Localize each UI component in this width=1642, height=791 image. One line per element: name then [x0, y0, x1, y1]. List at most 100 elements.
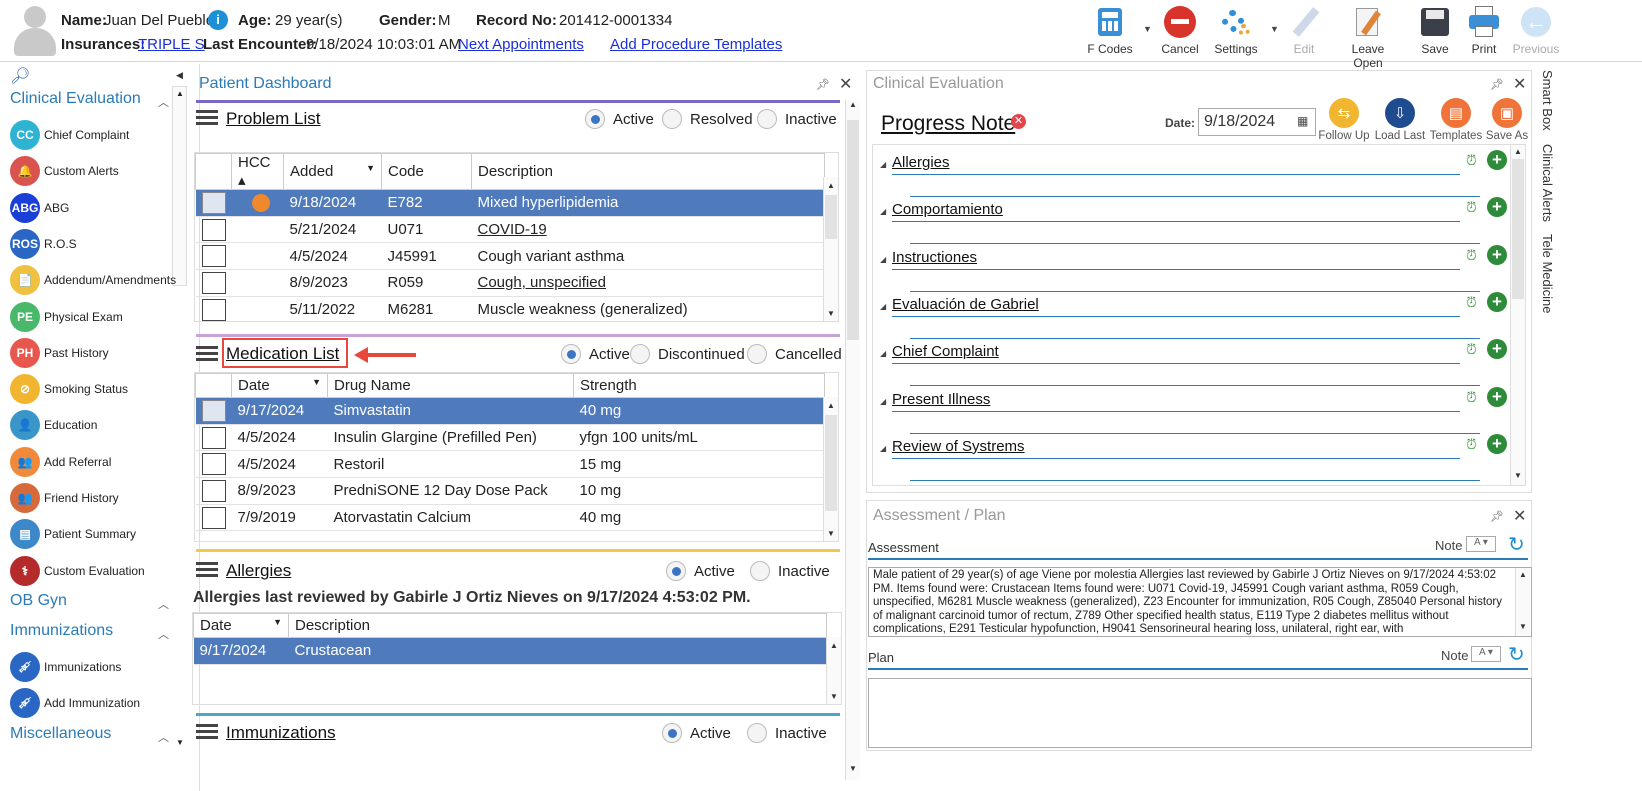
evaluation-section[interactable]: ◢ Comportamiento ⏰︎ +: [872, 197, 1510, 245]
row-checkbox[interactable]: [201, 426, 226, 449]
menu-icon[interactable]: [196, 110, 218, 126]
table-row[interactable]: 9/18/2024 E782 Mixed hyperlipidemia: [195, 189, 825, 217]
dashboard-scrollbar[interactable]: ▲ ▼: [845, 100, 860, 780]
table-row[interactable]: 9/17/2024 Simvastatin 40 mg: [195, 397, 825, 425]
nav-scrollbar[interactable]: ▲: [172, 86, 187, 286]
add-icon[interactable]: +: [1487, 339, 1507, 360]
menu-icon[interactable]: [196, 724, 218, 740]
expand-triangle-icon[interactable]: ◢: [880, 444, 886, 453]
col-date[interactable]: Date ▼: [231, 373, 328, 398]
add-icon[interactable]: +: [1487, 386, 1507, 407]
evaluation-section[interactable]: ◢ Present Illness ⏰︎ +: [872, 386, 1510, 434]
row-checkbox[interactable]: [201, 245, 226, 268]
section-title[interactable]: Instructiones: [892, 249, 977, 266]
add-icon[interactable]: +: [1487, 433, 1507, 454]
nav-item-immunizations[interactable]: 💉︎ Immunizations: [10, 650, 121, 684]
col-code[interactable]: Code: [381, 153, 472, 190]
radio-allergies-inactive[interactable]: Inactive: [750, 561, 830, 581]
settings-button[interactable]: Settings: [1204, 4, 1268, 56]
row-checkbox[interactable]: [201, 506, 226, 529]
expand-triangle-icon[interactable]: ◢: [880, 349, 886, 358]
section-title[interactable]: Present Illness: [892, 391, 990, 408]
table-row[interactable]: 5/21/2024 U071 COVID-19: [195, 216, 825, 244]
table-row[interactable]: 8/9/2023 R059 Cough, unspecified: [195, 269, 825, 297]
date-field[interactable]: 9/18/2024 ▦: [1198, 108, 1316, 136]
medication-scrollbar[interactable]: ▲ ▼: [823, 397, 838, 541]
follow-up-button[interactable]: ⇆ Follow Up: [1317, 98, 1371, 142]
menu-icon[interactable]: [196, 346, 218, 362]
alarm-clock-icon[interactable]: ⏰︎: [1466, 294, 1477, 311]
remove-icon[interactable]: ✕: [1011, 114, 1026, 129]
nav-item-abg[interactable]: ABG ABG: [10, 191, 69, 225]
evaluation-section[interactable]: ◢ Instructiones ⏰︎ +: [872, 244, 1510, 292]
row-checkbox[interactable]: [201, 298, 226, 321]
section-title[interactable]: Chief Complaint: [892, 343, 999, 360]
chevron-up-icon[interactable]: ︿: [158, 729, 169, 745]
allergies-title[interactable]: Allergies: [226, 561, 291, 581]
expand-triangle-icon[interactable]: ◢: [880, 160, 886, 169]
assessment-scrollbar[interactable]: ▲ ▼: [1515, 568, 1530, 636]
edit-button[interactable]: Edit: [1272, 4, 1336, 56]
col-description[interactable]: Description: [471, 153, 825, 190]
add-icon[interactable]: +: [1487, 197, 1507, 218]
section-title[interactable]: Comportamiento: [892, 201, 1003, 218]
assessment-textarea[interactable]: Male patient of 29 year(s) of age Viene …: [868, 567, 1532, 637]
nav-item-r-o-s[interactable]: ROS R.O.S: [10, 227, 77, 261]
side-tab-smart-box[interactable]: Smart Box: [1540, 70, 1555, 131]
row-checkbox[interactable]: [201, 191, 226, 214]
side-tab-clinical-alerts[interactable]: Clinical Alerts: [1540, 144, 1555, 222]
chevron-up-icon[interactable]: ︿: [158, 596, 169, 612]
scroll-down-icon[interactable]: ▼: [176, 738, 184, 747]
table-row[interactable]: 4/5/2024 J45991 Cough variant asthma: [195, 242, 825, 271]
nav-item-add-immunization[interactable]: 💉︎ Add Immunization: [10, 686, 140, 720]
refresh-icon[interactable]: ↻: [1508, 642, 1525, 667]
alarm-clock-icon[interactable]: ⏰︎: [1466, 152, 1477, 169]
radio-problem-active[interactable]: Active: [585, 109, 654, 129]
nav-item-physical-exam[interactable]: PE Physical Exam: [10, 300, 123, 334]
col-drug-name[interactable]: Drug Name: [327, 373, 574, 398]
problem-scrollbar[interactable]: ▲ ▼: [823, 177, 838, 321]
section-miscellaneous[interactable]: Miscellaneous: [10, 725, 111, 743]
radio-problem-resolved[interactable]: Resolved: [662, 109, 753, 129]
section-clinical-evaluation[interactable]: Clinical Evaluation: [10, 90, 141, 108]
section-ob-gyn[interactable]: OB Gyn: [10, 592, 67, 610]
nav-item-past-history[interactable]: PH Past History: [10, 336, 109, 370]
pin-icon[interactable]: 📌︎: [816, 78, 830, 91]
evaluation-section[interactable]: ◢ Review of Systrems ⏰︎ +: [872, 433, 1510, 481]
previous-button[interactable]: ← Previous: [1504, 4, 1568, 56]
expand-triangle-icon[interactable]: ◢: [880, 397, 886, 406]
expand-triangle-icon[interactable]: ◢: [880, 302, 886, 311]
evaluation-section[interactable]: ◢ Evaluación de Gabriel ⏰︎ +: [872, 291, 1510, 339]
radio-allergies-active[interactable]: Active: [666, 561, 735, 581]
col-date[interactable]: Date ▼: [193, 613, 289, 638]
alarm-clock-icon[interactable]: ⏰︎: [1466, 247, 1477, 264]
fcodes-button[interactable]: F Codes: [1078, 4, 1142, 56]
close-icon[interactable]: ✕: [1513, 74, 1526, 94]
section-immunizations[interactable]: Immunizations: [10, 622, 113, 640]
collapse-left-icon[interactable]: ◀: [176, 70, 183, 81]
medication-list-title[interactable]: Medication List: [226, 344, 339, 364]
nav-item-smoking-status[interactable]: ⊘ Smoking Status: [10, 372, 128, 406]
plan-textarea[interactable]: [868, 678, 1532, 748]
section-title[interactable]: Evaluación de Gabriel: [892, 296, 1039, 313]
expand-triangle-icon[interactable]: ◢: [880, 255, 886, 264]
col-strength[interactable]: Strength: [573, 373, 825, 398]
add-procedure-templates-link[interactable]: Add Procedure Templates: [610, 36, 782, 53]
table-row[interactable]: 8/9/2023 PredniSONE 12 Day Dose Pack 10 mg: [195, 477, 825, 505]
table-row[interactable]: 9/17/2024 Crustacean: [193, 637, 827, 665]
info-icon[interactable]: i: [208, 10, 228, 30]
menu-icon[interactable]: [196, 562, 218, 578]
nav-item-add-referral[interactable]: 👥 Add Referral: [10, 445, 111, 479]
search-icon[interactable]: 🔎︎: [10, 66, 30, 86]
radio-medication-discontinued[interactable]: Discontinued: [630, 344, 745, 364]
chevron-up-icon[interactable]: ︿: [158, 94, 169, 110]
nav-item-patient-summary[interactable]: ▤ Patient Summary: [10, 517, 136, 551]
table-row[interactable]: 4/5/2024 Insulin Glargine (Prefilled Pen)…: [195, 424, 825, 452]
nav-item-addendum-amendments[interactable]: 📄 Addendum/Amendments: [10, 263, 176, 297]
table-row[interactable]: 7/9/2019 Atorvastatin Calcium 40 mg: [195, 504, 825, 532]
cancel-button[interactable]: Cancel: [1148, 4, 1212, 56]
next-appointments-link[interactable]: Next Appointments: [458, 36, 584, 53]
row-checkbox[interactable]: [201, 218, 226, 241]
close-icon[interactable]: ✕: [1513, 506, 1526, 526]
section-title[interactable]: Allergies: [892, 154, 950, 171]
